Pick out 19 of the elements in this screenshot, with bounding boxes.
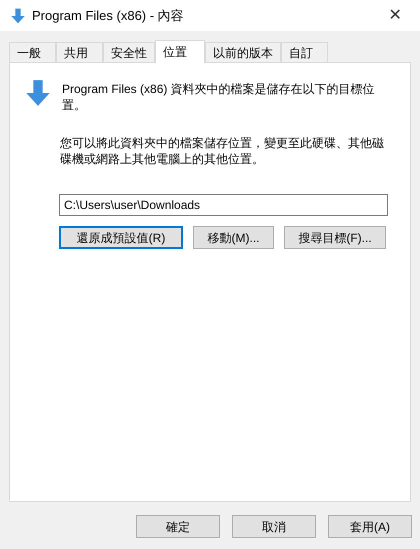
dialog-button[interactable]: 套用(A): [328, 515, 412, 538]
tab[interactable]: 以前的版本: [205, 42, 281, 62]
path-field[interactable]: C:\Users\user\Downloads: [59, 194, 388, 216]
download-arrow-icon: [10, 8, 26, 24]
tab[interactable]: 自訂: [281, 42, 328, 62]
dialog-button[interactable]: 取消: [232, 515, 316, 538]
action-button[interactable]: 移動(M)...: [193, 226, 274, 249]
window-title: Program Files (x86) - 內容: [32, 6, 185, 25]
tab[interactable]: 安全性: [103, 42, 155, 62]
tab[interactable]: 位置: [155, 40, 205, 63]
description-text: Program Files (x86) 資料夾中的檔案是儲存在以下的目標位置。: [62, 81, 376, 113]
download-arrow-icon: [24, 79, 52, 107]
hint-text: 您可以將此資料夾中的檔案儲存位置，變更至此硬碟、其他磁碟機或網路上其他電腦上的其他位置。: [60, 135, 385, 167]
tab[interactable]: 共用: [56, 42, 103, 62]
action-button[interactable]: 搜尋目標(F)...: [284, 226, 386, 249]
action-button[interactable]: 還原成預設值(R): [59, 226, 183, 249]
dialog-button[interactable]: 確定: [136, 515, 220, 538]
close-button[interactable]: ✕: [380, 4, 410, 28]
tab[interactable]: 一般: [9, 42, 56, 62]
